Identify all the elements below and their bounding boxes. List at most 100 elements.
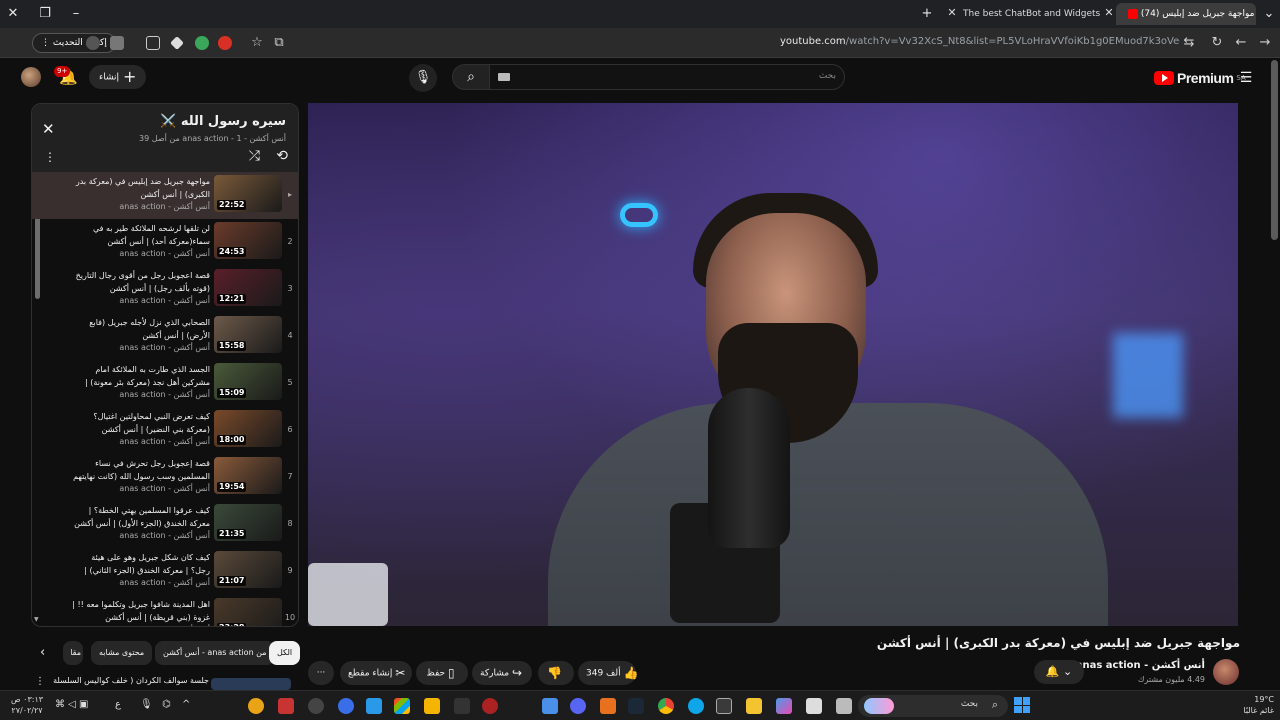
dislike-button[interactable]: 👎 [538,661,574,685]
playlist-item[interactable]: 4 15:58 الصحابي الذي نزل لأجله جبريل (فابع… [32,313,298,360]
reload-icon[interactable]: ↻ [1208,34,1226,52]
chip-partial[interactable]: مقا [63,641,83,665]
chip-from-channel[interactable]: من anas action - أنس أكشن [155,641,275,665]
playlist-item[interactable]: 8 21:35 كيف عرقوا المسلمين يهتي الخطة؟ | م… [32,501,298,548]
tab-youtube[interactable]: (74) مواجهة جبريل ضد إبليس [1116,3,1256,25]
like-button[interactable]: 349 ألف 👍 [578,661,638,685]
install-app-icon[interactable]: ⧉ [270,34,288,52]
close-icon[interactable]: ✕ [42,120,55,138]
playlist-item-title[interactable]: الجسد الذي طارت به الملائكة امام مشركين … [70,363,210,389]
keyboard-icon[interactable] [498,73,510,81]
playlist-item-title[interactable]: اهل المدينة شافوا جبريل وتكلموا معه !! |… [70,598,210,624]
app-icon[interactable] [776,698,792,714]
weather-widget[interactable]: 19°C غائم غالبًا [1210,694,1274,716]
tab-search-icon[interactable]: ⌄ [1260,5,1278,23]
steam-icon[interactable] [628,698,644,714]
tab-chatbot[interactable]: The best ChatBot and Widgets [955,3,1105,25]
extension-red-icon[interactable] [218,36,232,50]
youtube-premium-logo[interactable]: Premium SA [1154,68,1246,88]
playlist-item-title[interactable]: الصحابي الذي نزل لأجله جبريل (فابع الأرض… [70,316,210,342]
profile-icon[interactable] [86,36,100,50]
app-icon[interactable] [278,698,294,714]
playlist-item[interactable]: 3 12:21 قصة اعجوبل رجل من أقوى رجال التاري… [32,266,298,313]
app-icon[interactable] [248,698,264,714]
language-indicator[interactable]: ع [115,699,121,710]
playlist-item-title[interactable]: قصة إعجوبل رجل تحرش في نساء المسلمين وسب… [70,457,210,483]
close-window-icon[interactable]: ✕ [4,5,22,23]
app-icon[interactable] [482,698,498,714]
playlist-item[interactable]: 6 18:00 كيف تعرض النبي لمحاولتين اغتيال؟ (… [32,407,298,454]
app-icon[interactable] [716,698,732,714]
playlist-item-thumbnail[interactable]: 21:35 [214,504,282,541]
playlist-item-title[interactable]: كيف عرقوا المسلمين يهتي الخطة؟ | معركة ا… [70,504,210,530]
loop-icon[interactable]: ⟲ [276,148,288,164]
playlist-item[interactable]: 9 21:07 كيف كان شكل جبريل وهو على هيئة رجل… [32,548,298,595]
playlist-item-title[interactable]: مواجهة جبريل ضد إبليس في (معركة بدر الكب… [70,175,210,201]
search-button[interactable]: ⌕ [452,64,490,90]
account-avatar[interactable] [21,67,41,87]
playlist-item-thumbnail[interactable]: 21:07 [214,551,282,588]
page-scrollbar[interactable] [1271,60,1278,240]
site-settings-icon[interactable]: ⇆ [1180,34,1198,52]
tray-icons[interactable]: ⌘ ◁ ▣ [55,699,89,710]
app-icon[interactable] [424,698,440,714]
app-icon[interactable] [542,698,558,714]
playlist-item-title[interactable]: كيف كان شكل جبريل وهو على هيئة رجل؟ | مع… [70,551,210,577]
app-icon[interactable] [338,698,354,714]
more-actions-button[interactable]: ··· [308,661,334,685]
url-field[interactable]: youtube.com/watch?v=Vv32XcS_Nt8&list=PL5… [780,36,1180,47]
taskbar-clock[interactable]: ٠٣:١٣ ص ٢٧/٠٢/٢٧ [6,694,48,716]
taskbar-search[interactable]: بحث ⌕ [858,695,1008,717]
recommendation-item[interactable]: ⋮ جلسة سوالف الكردان ( خلف كواليس السلسل… [31,676,299,690]
network-icon[interactable]: ⌬ [162,699,171,710]
tray-overflow-chevron-icon[interactable]: ^ [182,699,190,710]
more-options-icon[interactable]: ⋮ [35,676,45,687]
search-input[interactable]: بحث [489,64,845,90]
playlist-item-thumbnail[interactable]: 15:09 [214,363,282,400]
subscribed-bell-button[interactable]: 🔔 ⌄ [1034,660,1084,684]
playlist-item-title[interactable]: لن تلقها لرشحه الملائكة طير به في سماء(م… [70,222,210,248]
video-player[interactable] [308,103,1238,626]
app-icon[interactable] [454,698,470,714]
shuffle-icon[interactable]: ⤮ [249,148,260,164]
extensions-icon[interactable] [146,36,160,50]
chip-similar[interactable]: محتوى مشابه [91,641,153,665]
playlist-title[interactable]: سيره رسول الله ⚔️ [160,114,286,129]
new-tab-icon[interactable]: + [918,5,936,23]
playlist-item[interactable]: 5 15:09 الجسد الذي طارت به الملائكة امام م… [32,360,298,407]
chip-all[interactable]: الكل [269,641,301,665]
windows-start-icon[interactable] [1014,697,1030,713]
playlist-item[interactable]: 10 23:28 اهل المدينة شافوا جبريل وتكلموا م… [32,595,298,626]
forward-icon[interactable]: ← [1232,34,1250,52]
extension-diamond-icon[interactable] [170,36,184,50]
file-explorer-icon[interactable] [746,698,762,714]
maximize-window-icon[interactable]: ❐ [36,5,54,23]
playlist-item-thumbnail[interactable]: 19:54 [214,457,282,494]
minimize-window-icon[interactable]: – [67,5,85,23]
recommendation-title[interactable]: جلسة سوالف الكردان ( خلف كواليس السلسلة [53,676,209,685]
recommendation-thumbnail[interactable] [211,678,291,690]
media-icon[interactable] [110,36,124,50]
voice-search-mic-icon[interactable]: 🎙 [409,64,437,92]
playlist-item-thumbnail[interactable]: 22:52 [214,175,282,212]
playlist-item[interactable]: ▸ 22:52 مواجهة جبريل ضد إبليس في (معركة بد… [32,172,298,219]
chrome-icon[interactable] [658,698,674,714]
playlist-item-title[interactable]: قصة اعجوبل رجل من أقوى رجال التاريخ (قوت… [70,269,210,295]
playlist-item[interactable]: 2 24:53 لن تلقها لرشحه الملائكة طير به في … [32,219,298,266]
mic-tray-icon[interactable]: 🎙 [140,699,153,710]
channel-avatar[interactable] [1213,659,1239,685]
tab-close-icon[interactable]: ✕ [1102,6,1116,20]
playlist-item-thumbnail[interactable]: 15:58 [214,316,282,353]
clip-button[interactable]: إنشاء مقطع ✂ [340,661,412,685]
finish-update-button[interactable]: ⋮ إكمال التحديث [32,33,116,53]
save-button[interactable]: حفظ ▯ [416,661,468,685]
edge-icon[interactable] [688,698,704,714]
extension-green-icon[interactable] [195,36,209,50]
task-view-icon[interactable] [836,698,852,714]
hamburger-menu-icon[interactable]: ☰ [1238,70,1254,86]
back-icon[interactable]: → [1256,34,1274,52]
playlist-item-thumbnail[interactable]: 24:53 [214,222,282,259]
playlist-item-thumbnail[interactable]: 18:00 [214,410,282,447]
channel-name[interactable]: أنس أكشن - anas action [1076,660,1205,671]
playlist-item-thumbnail[interactable]: 23:28 [214,598,282,626]
